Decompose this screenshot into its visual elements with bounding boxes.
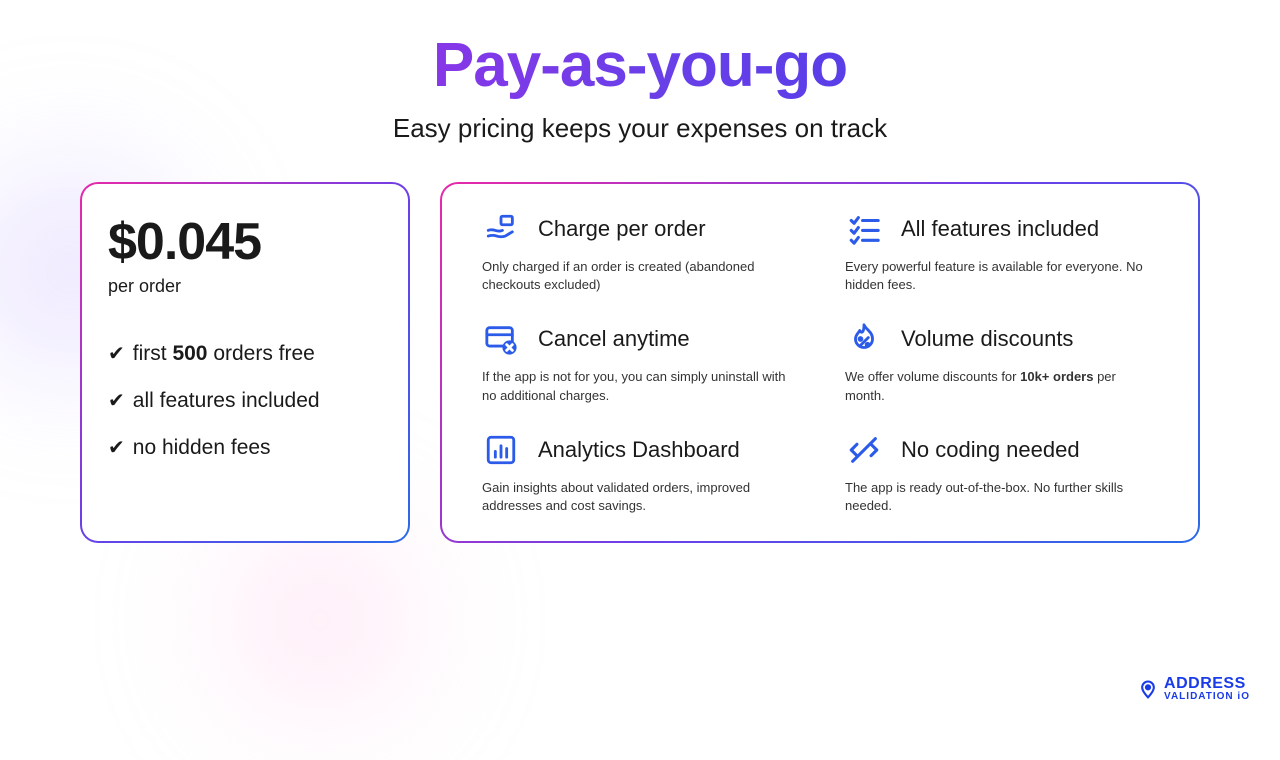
- price-card: $0.045 per order ✔ first 500 orders free…: [80, 182, 410, 543]
- page-title: Pay-as-you-go: [80, 30, 1200, 101]
- checklist-icon: [845, 210, 883, 248]
- check-icon: ✔: [108, 341, 125, 366]
- benefit-item: ✔ first 500 orders free: [108, 341, 382, 366]
- feature-no-coding: No coding needed The app is ready out-of…: [845, 431, 1158, 515]
- page-subtitle: Easy pricing keeps your expenses on trac…: [80, 113, 1200, 144]
- feature-title: All features included: [901, 216, 1099, 242]
- feature-title: Charge per order: [538, 216, 706, 242]
- feature-title: Volume discounts: [901, 326, 1073, 352]
- feature-desc: Only charged if an order is created (aba…: [482, 258, 795, 294]
- cancel-card-icon: [482, 320, 520, 358]
- feature-charge-per-order: Charge per order Only charged if an orde…: [482, 210, 795, 294]
- feature-desc: Every powerful feature is available for …: [845, 258, 1158, 294]
- check-icon: ✔: [108, 435, 125, 460]
- price-amount: $0.045: [108, 212, 382, 272]
- feature-title: No coding needed: [901, 437, 1080, 463]
- benefit-item: ✔ no hidden fees: [108, 435, 382, 460]
- feature-desc: If the app is not for you, you can simpl…: [482, 368, 795, 404]
- feature-analytics: Analytics Dashboard Gain insights about …: [482, 431, 795, 515]
- check-icon: ✔: [108, 388, 125, 413]
- price-unit: per order: [108, 276, 382, 297]
- feature-title: Analytics Dashboard: [538, 437, 740, 463]
- flame-percent-icon: [845, 320, 883, 358]
- feature-all-included: All features included Every powerful fea…: [845, 210, 1158, 294]
- feature-desc: The app is ready out-of-the-box. No furt…: [845, 479, 1158, 515]
- no-code-icon: [845, 431, 883, 469]
- feature-desc: We offer volume discounts for 10k+ order…: [845, 368, 1158, 404]
- feature-desc: Gain insights about validated orders, im…: [482, 479, 795, 515]
- analytics-icon: [482, 431, 520, 469]
- benefit-item: ✔ all features included: [108, 388, 382, 413]
- hand-icon: [482, 210, 520, 248]
- feature-title: Cancel anytime: [538, 326, 690, 352]
- feature-cancel-anytime: Cancel anytime If the app is not for you…: [482, 320, 795, 404]
- features-card: Charge per order Only charged if an orde…: [440, 182, 1200, 543]
- feature-volume-discounts: Volume discounts We offer volume discoun…: [845, 320, 1158, 404]
